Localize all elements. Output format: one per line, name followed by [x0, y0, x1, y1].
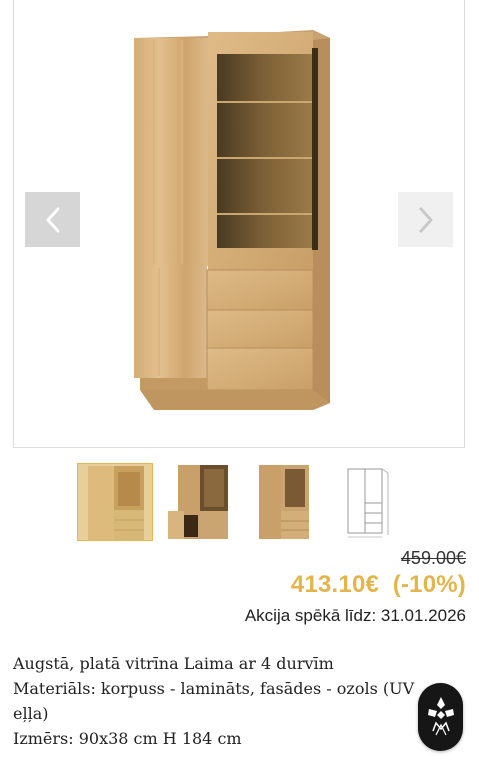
thumbnail-image: [78, 464, 152, 540]
thumbnail-open-doors-view[interactable]: [166, 463, 230, 541]
description-line: Augstā, platā vitrīna Laima ar 4 durvīm: [13, 654, 334, 673]
floating-action-button[interactable]: [418, 683, 463, 751]
description-line: Izmērs: 90x38 cm H 184 cm: [13, 729, 242, 748]
thumbnail-image: [257, 463, 311, 541]
thumbnail-strip: [0, 463, 479, 543]
thumbnail-image: [340, 463, 396, 541]
thumbnail-angled-view[interactable]: [257, 463, 311, 541]
gallery-next-button[interactable]: [398, 192, 453, 247]
thumbnail-sketch-drawing[interactable]: [340, 463, 396, 541]
brand-logo-icon: [427, 697, 454, 736]
product-description: Augstā, platā vitrīna Laima ar 4 durvīm …: [13, 651, 443, 751]
thumbnail-image: [166, 463, 230, 541]
old-price: 459.00€: [400, 548, 466, 568]
description-line: eļļa): [13, 704, 49, 723]
chevron-left-icon: [46, 207, 59, 232]
description-line: Materiāls: korpuss - lamināts, fasādes -…: [13, 679, 415, 698]
gallery-prev-button[interactable]: [25, 192, 80, 247]
promotion-validity: Akcija spēkā līdz: 31.01.2026: [244, 606, 466, 625]
discounted-price: 413.10€ (-10%): [290, 571, 466, 598]
thumbnail-front-view[interactable]: [77, 463, 153, 541]
chevron-right-icon: [419, 207, 432, 232]
